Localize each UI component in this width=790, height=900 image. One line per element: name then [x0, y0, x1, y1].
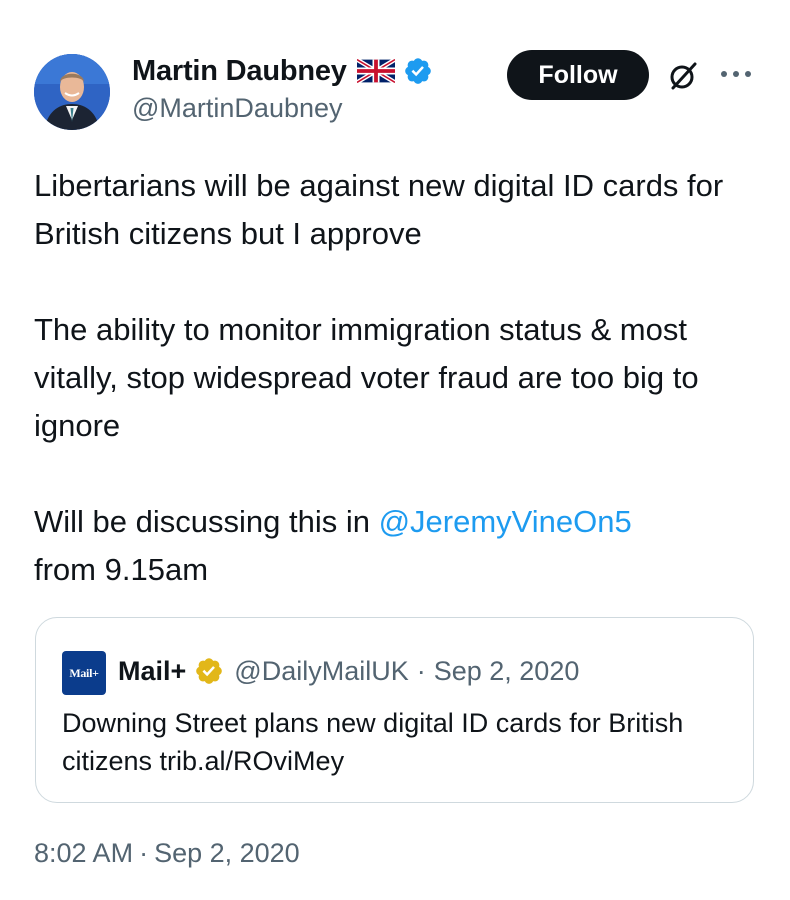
tweet-timestamp[interactable]: 8:02 AM · Sep 2, 2020	[34, 838, 300, 869]
quoted-tweet-text: Downing Street plans new digital ID card…	[62, 708, 684, 776]
tweet-date: Sep 2, 2020	[154, 838, 300, 868]
mention-link[interactable]: @JeremyVineOn5	[379, 504, 632, 539]
tweet-card: Martin Daubney @MartinDaubney Follow Lib…	[0, 0, 790, 900]
tweet-body: Libertarians will be against new digital…	[34, 162, 764, 594]
tweet-paragraph: The ability to monitor immigration statu…	[34, 312, 699, 443]
quoted-tweet-card[interactable]: Mail+ Mail+ @DailyMailUK · Sep 2, 2020 D…	[35, 617, 754, 803]
tweet-text: Will be discussing this in	[34, 504, 379, 539]
tweet-paragraph: Libertarians will be against new digital…	[34, 168, 724, 251]
quoted-author-name: Mail+	[118, 655, 187, 686]
more-options-icon[interactable]	[718, 62, 754, 86]
gold-verified-badge-icon	[194, 656, 224, 686]
tweet-time: 8:02 AM	[34, 838, 134, 868]
tweet-paragraph: Will be discussing this in @JeremyVineOn…	[34, 498, 764, 594]
grok-icon[interactable]	[667, 60, 699, 92]
separator-dot: ·	[139, 838, 149, 868]
quoted-author-handle: @DailyMailUK	[234, 655, 409, 686]
author-handle[interactable]: @MartinDaubney	[132, 93, 343, 124]
author-avatar[interactable]	[34, 54, 110, 130]
follow-button[interactable]: Follow	[507, 50, 649, 100]
author-name-row: Martin Daubney	[132, 52, 433, 90]
author-display-name[interactable]: Martin Daubney	[132, 55, 347, 88]
separator-dot: ·	[416, 655, 426, 686]
quoted-tweet-header: Mail+ @DailyMailUK · Sep 2, 2020	[118, 651, 579, 691]
tweet-text: from 9.15am	[34, 552, 209, 587]
mail-plus-logo: Mail+	[62, 651, 106, 695]
verified-badge-icon	[403, 56, 433, 86]
quoted-tweet-date: Sep 2, 2020	[433, 655, 580, 686]
uk-flag-icon	[356, 59, 395, 83]
